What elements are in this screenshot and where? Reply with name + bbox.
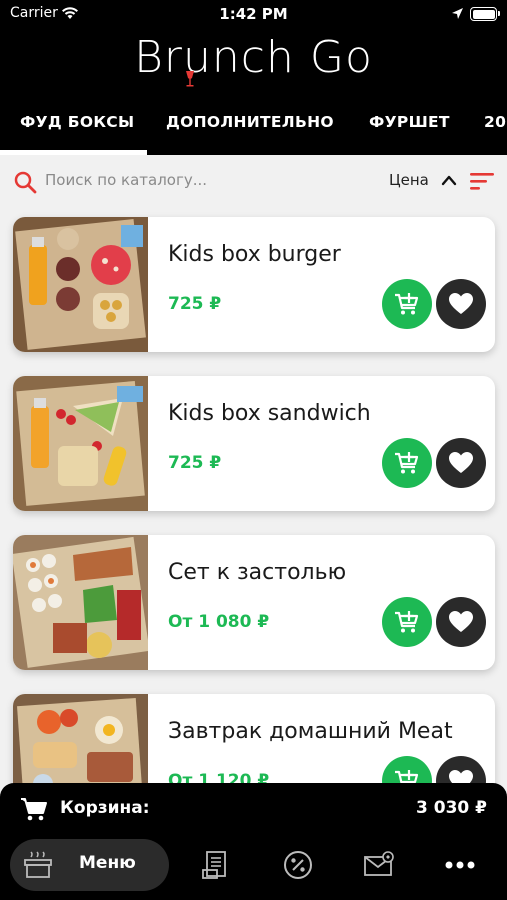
product-card[interactable]: Kids box sandwich 725 ₽ xyxy=(13,376,495,511)
add-to-cart-button[interactable] xyxy=(382,438,432,488)
filter-sort-icon[interactable] xyxy=(470,172,494,192)
favorite-button[interactable] xyxy=(436,279,486,329)
mail-icon[interactable] xyxy=(363,851,395,879)
add-to-cart-button[interactable] xyxy=(382,597,432,647)
search-bar: Цена xyxy=(0,155,507,210)
product-image xyxy=(13,535,148,670)
product-price: 725 ₽ xyxy=(168,294,222,314)
product-title: Kids box burger xyxy=(168,242,341,267)
favorite-button[interactable] xyxy=(436,597,486,647)
favorite-button[interactable] xyxy=(436,438,486,488)
sort-label[interactable]: Цена xyxy=(389,171,429,189)
battery-icon xyxy=(470,7,500,21)
more-icon[interactable] xyxy=(445,861,475,869)
orders-receipt-icon[interactable] xyxy=(202,850,230,880)
product-card[interactable]: Сет к застолью От 1 080 ₽ xyxy=(13,535,495,670)
add-to-cart-icon xyxy=(395,452,419,474)
tab-more[interactable]: 20 xyxy=(484,113,506,131)
nav-menu-button[interactable]: Меню xyxy=(10,839,169,891)
heart-icon xyxy=(449,293,473,314)
status-bar: Carrier 1:42 PM xyxy=(0,0,507,30)
product-title: Сет к застолью xyxy=(168,560,347,585)
brand-logo: Brunch Go xyxy=(134,32,373,83)
tab-food-boxes[interactable]: ФУД БОКСЫ xyxy=(20,113,134,131)
heart-icon xyxy=(449,452,473,473)
app-header: Brunch Go xyxy=(0,30,507,95)
product-title: Kids box sandwich xyxy=(168,401,371,426)
cart-label[interactable]: Корзина: xyxy=(60,798,150,818)
bottom-panel: Корзина: 3 030 ₽ Меню xyxy=(0,783,507,900)
product-title: Завтрак домашний Meat xyxy=(168,719,453,744)
tab-additional[interactable]: ДОПОЛНИТЕЛЬНО xyxy=(166,113,334,131)
discount-icon[interactable] xyxy=(283,850,313,880)
cart-icon[interactable] xyxy=(20,796,48,822)
add-to-cart-icon xyxy=(395,611,419,633)
tab-buffet[interactable]: ФУРШЕТ xyxy=(369,113,450,131)
heart-icon xyxy=(449,611,473,632)
food-box-icon xyxy=(24,851,52,878)
product-card[interactable]: Kids box burger 725 ₽ xyxy=(13,217,495,352)
category-tabs: ФУД БОКСЫ ДОПОЛНИТЕЛЬНО ФУРШЕТ 20 xyxy=(0,95,507,155)
cart-total[interactable]: 3 030 ₽ xyxy=(416,798,487,818)
add-to-cart-button[interactable] xyxy=(382,279,432,329)
product-image xyxy=(13,217,148,352)
location-icon xyxy=(452,8,463,19)
chevron-up-icon[interactable] xyxy=(441,174,457,186)
product-price: 725 ₽ xyxy=(168,453,222,473)
clock: 1:42 PM xyxy=(219,5,288,23)
product-price: От 1 080 ₽ xyxy=(168,612,270,632)
add-to-cart-icon xyxy=(395,293,419,315)
nav-menu-label: Меню xyxy=(79,853,136,873)
search-icon[interactable] xyxy=(13,170,37,194)
wine-glass-icon xyxy=(186,71,194,87)
product-image xyxy=(13,376,148,511)
search-input[interactable] xyxy=(45,167,345,193)
